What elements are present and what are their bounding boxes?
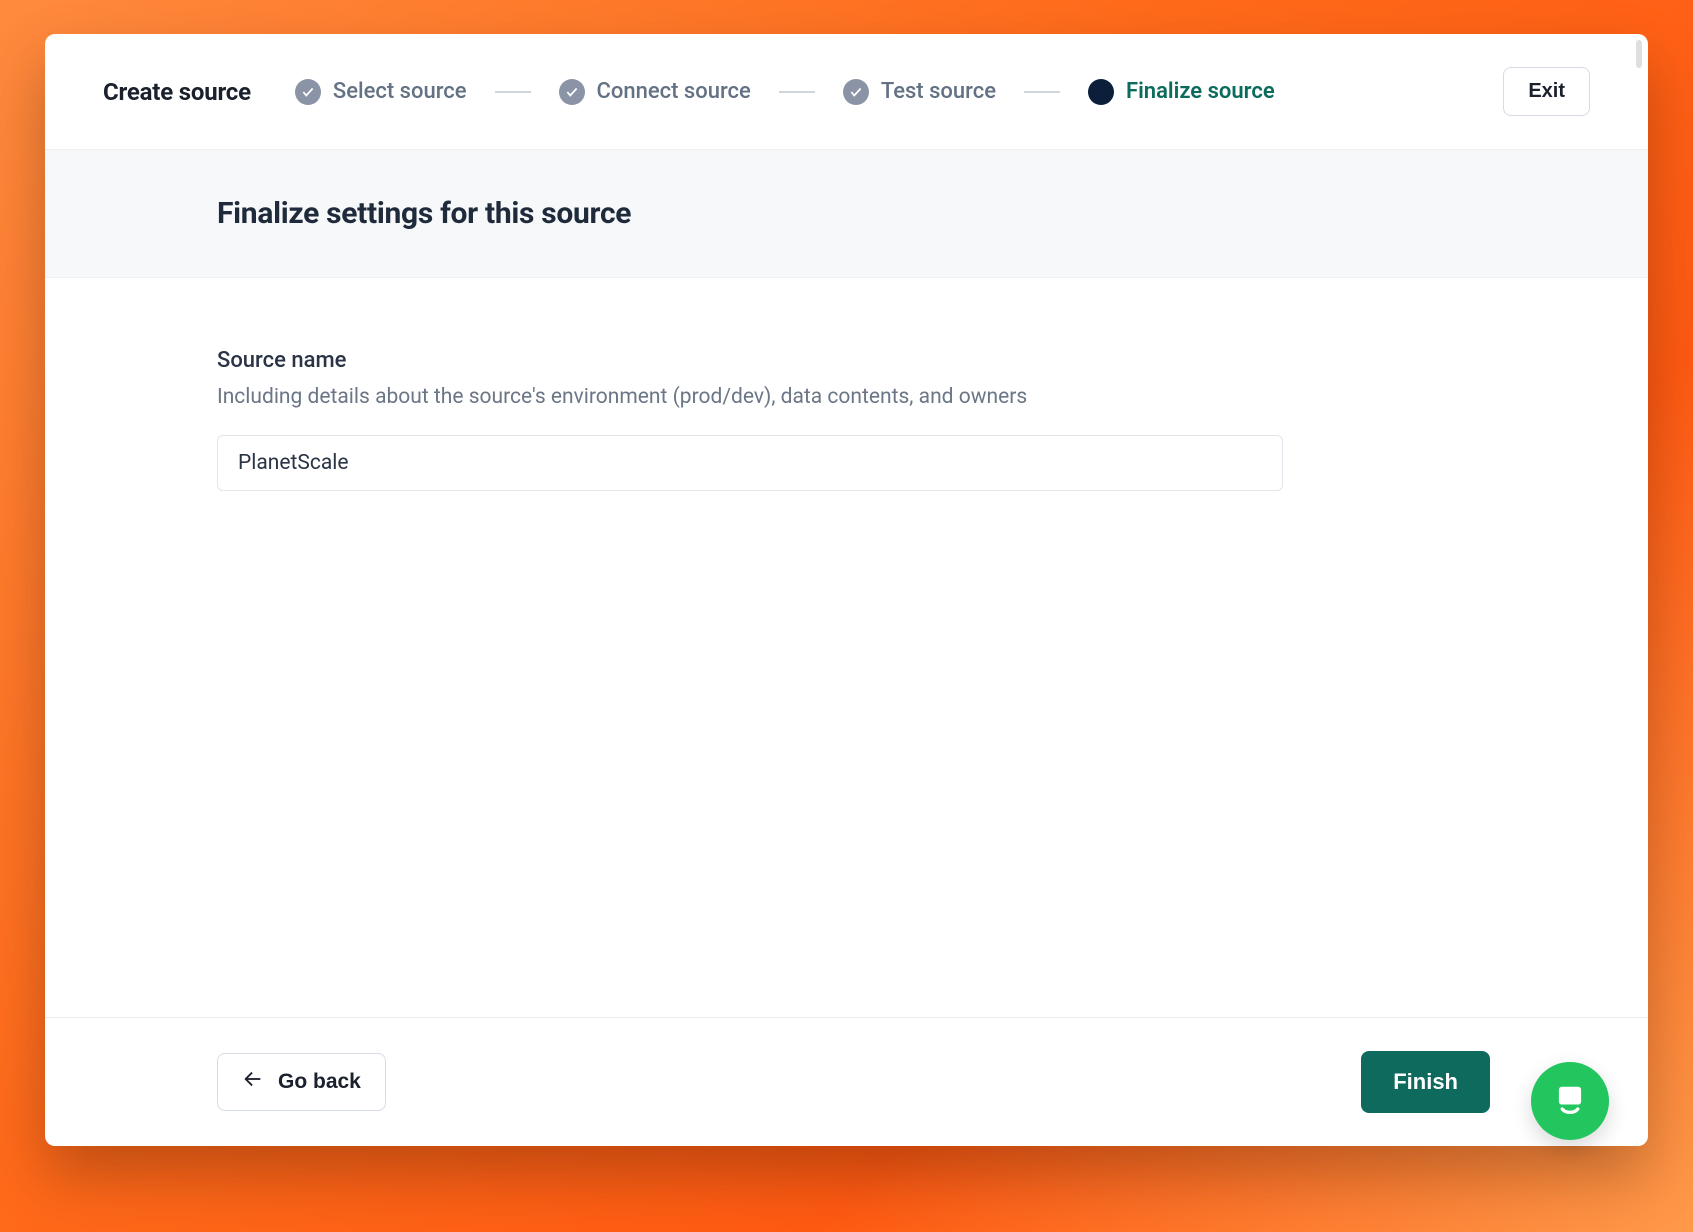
subheader: Finalize settings for this source — [45, 150, 1648, 278]
go-back-label: Go back — [278, 1070, 361, 1094]
source-name-input[interactable] — [217, 435, 1283, 491]
arrow-left-icon — [242, 1068, 264, 1096]
step-label: Test source — [881, 79, 996, 104]
step-connector — [1024, 91, 1060, 93]
source-name-hint: Including details about the source's env… — [217, 385, 1648, 409]
exit-button[interactable]: Exit — [1503, 67, 1590, 116]
dot-icon — [1088, 79, 1114, 105]
check-icon — [843, 79, 869, 105]
step-label: Select source — [333, 79, 467, 104]
step-label: Connect source — [597, 79, 751, 104]
step-connect-source[interactable]: Connect source — [559, 79, 751, 105]
modal-header: Create source Select source Connect sour… — [45, 34, 1648, 150]
check-icon — [295, 79, 321, 105]
step-connector — [779, 91, 815, 93]
step-test-source[interactable]: Test source — [843, 79, 996, 105]
form-body: Source name Including details about the … — [45, 278, 1648, 1017]
go-back-button[interactable]: Go back — [217, 1053, 386, 1111]
page-title: Create source — [103, 78, 251, 106]
chat-icon — [1550, 1079, 1590, 1123]
create-source-modal: Create source Select source Connect sour… — [45, 34, 1648, 1146]
step-label: Finalize source — [1126, 79, 1275, 104]
modal-footer: Go back Finish — [45, 1017, 1648, 1146]
step-connector — [495, 91, 531, 93]
check-icon — [559, 79, 585, 105]
step-select-source[interactable]: Select source — [295, 79, 467, 105]
source-name-label: Source name — [217, 348, 1648, 373]
finish-button[interactable]: Finish — [1361, 1051, 1490, 1113]
step-finalize-source[interactable]: Finalize source — [1088, 79, 1275, 105]
stepper: Select source Connect source Test source — [295, 79, 1503, 105]
chat-launcher-button[interactable] — [1531, 1062, 1609, 1140]
subheader-title: Finalize settings for this source — [217, 196, 1648, 231]
